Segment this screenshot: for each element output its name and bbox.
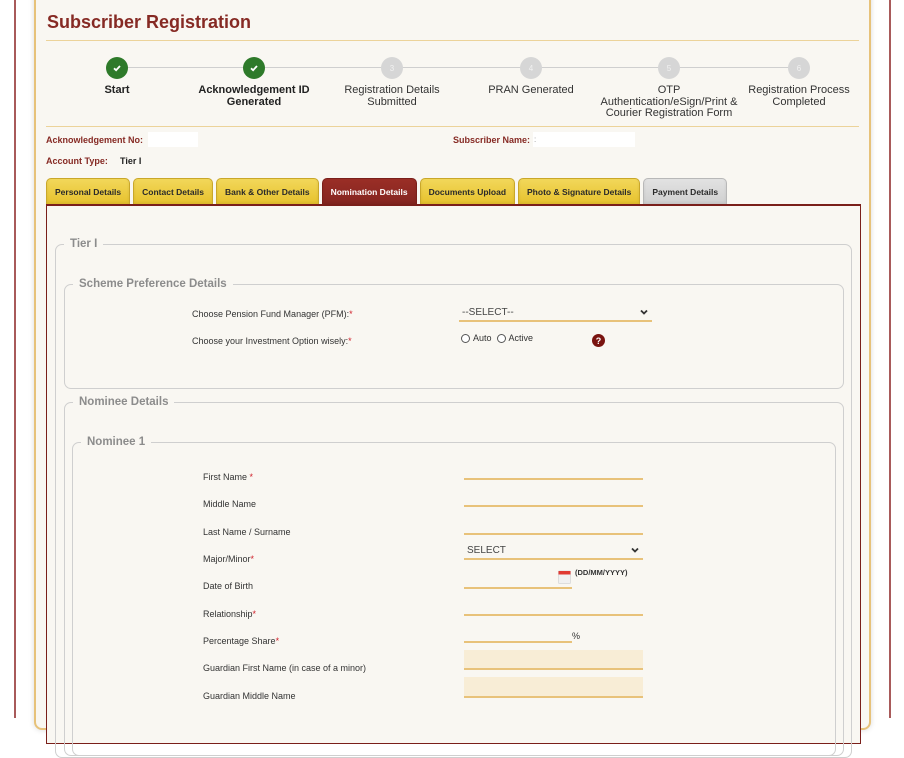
step-number: 5 [658,57,680,79]
radio-auto[interactable] [461,333,470,343]
tab-contact-details[interactable]: Contact Details [133,178,214,205]
scheme-legend: Scheme Preference Details [79,278,227,290]
step-ack-id: Acknowledgement ID Generated [174,57,334,108]
page-title: Subscriber Registration [47,12,252,32]
calendar-icon[interactable] [558,570,571,584]
first-name-label: First Name * [203,472,254,482]
pfm-label: Choose Pension Fund Manager (PFM):* [192,309,353,319]
check-icon [243,57,265,79]
middle-name-input[interactable] [464,505,643,507]
step-label: Registration Details Submitted [344,84,440,108]
ack-no-value [148,132,198,147]
nominee-details-fieldset: Nominee Details Nominee 1 First Name * M… [64,396,844,756]
step-number: 6 [788,57,810,79]
chevron-down-icon [640,309,648,315]
help-icon[interactable]: ? [592,334,605,347]
ack-no-label: Acknowledgement No: [46,135,144,145]
percentage-share-input[interactable] [464,641,572,643]
guardian-middle-name-underline [464,696,643,698]
step-label: OTP Authentication/eSign/Print & Courier… [600,84,738,119]
last-name-input[interactable] [464,533,643,535]
subscriber-name-label: Subscriber Name: [453,135,531,145]
step-complete: 6 Registration Process Completed [719,57,879,108]
tier-fieldset: Tier I Scheme Preference Details Choose … [55,238,852,758]
step-number: 4 [520,57,542,79]
nominee-1-legend: Nominee 1 [87,436,146,448]
divider [46,40,859,41]
major-minor-select[interactable]: SELECT [464,542,643,560]
relationship-label: Relationship* [203,609,257,619]
step-pran: 4 PRAN Generated [451,57,611,97]
scheme-preference-fieldset: Scheme Preference Details Choose Pension… [64,278,844,389]
tab-nomination-details[interactable]: Nomination Details [321,178,417,205]
nominee-1-fieldset: Nominee 1 First Name * Middle Name Last … [72,436,836,756]
relationship-input[interactable] [464,614,643,616]
subscriber-name-value: : [533,132,635,147]
registration-card: Subscriber Registration Start Acknowledg… [34,0,873,758]
tab-photo-signature-details[interactable]: Photo & Signature Details [518,178,641,205]
tier-legend: Tier I [70,238,98,250]
radio-auto-label: Auto [473,333,492,343]
guardian-first-name-underline [464,668,643,670]
tab-personal-details[interactable]: Personal Details [46,178,131,205]
dob-label: Date of Birth [203,581,254,591]
major-minor-label: Major/Minor* [203,554,255,564]
nomination-panel: Tier I Scheme Preference Details Choose … [46,204,861,758]
first-name-input[interactable] [464,478,643,480]
last-name-label: Last Name / Surname [203,527,291,537]
check-icon [106,57,128,79]
progress-stepper: Start Acknowledgement ID Generated 3 Reg… [36,57,873,127]
tab-payment-details[interactable]: Payment Details [643,178,728,205]
step-label: PRAN Generated [488,84,574,96]
step-label: Acknowledgement ID Generated [198,84,310,108]
middle-name-label: Middle Name [203,499,257,509]
account-type-value: Tier I [120,156,142,166]
investment-option-label: Choose your Investment Option wisely:* [192,336,352,346]
guardian-first-name-label: Guardian First Name (in case of a minor) [203,663,367,673]
step-reg-details: 3 Registration Details Submitted [312,57,472,108]
percent-suffix: % [572,631,581,641]
nominee-details-legend: Nominee Details [79,396,169,408]
guardian-middle-name-input[interactable] [464,677,643,696]
tab-bank-other-details[interactable]: Bank & Other Details [216,178,319,205]
account-type-label: Account Type: [46,156,108,166]
guardian-middle-name-label: Guardian Middle Name [203,691,296,701]
radio-active-label: Active [508,333,534,343]
step-label: Registration Process Completed [748,84,850,108]
percentage-share-label: Percentage Share* [203,636,280,646]
chevron-down-icon [631,547,639,553]
form-tabs: Personal Details Contact Details Bank & … [46,178,728,205]
pfm-select[interactable]: --SELECT-- [459,304,652,322]
step-number: 3 [381,57,403,79]
divider [46,126,859,127]
investment-option-radios: Auto Active [461,333,533,343]
dob-format-hint: (DD/MM/YYYY) [575,568,628,577]
tab-documents-upload[interactable]: Documents Upload [419,178,516,205]
radio-active[interactable] [496,333,506,343]
guardian-first-name-input[interactable] [464,650,643,668]
dob-input[interactable] [464,587,572,589]
